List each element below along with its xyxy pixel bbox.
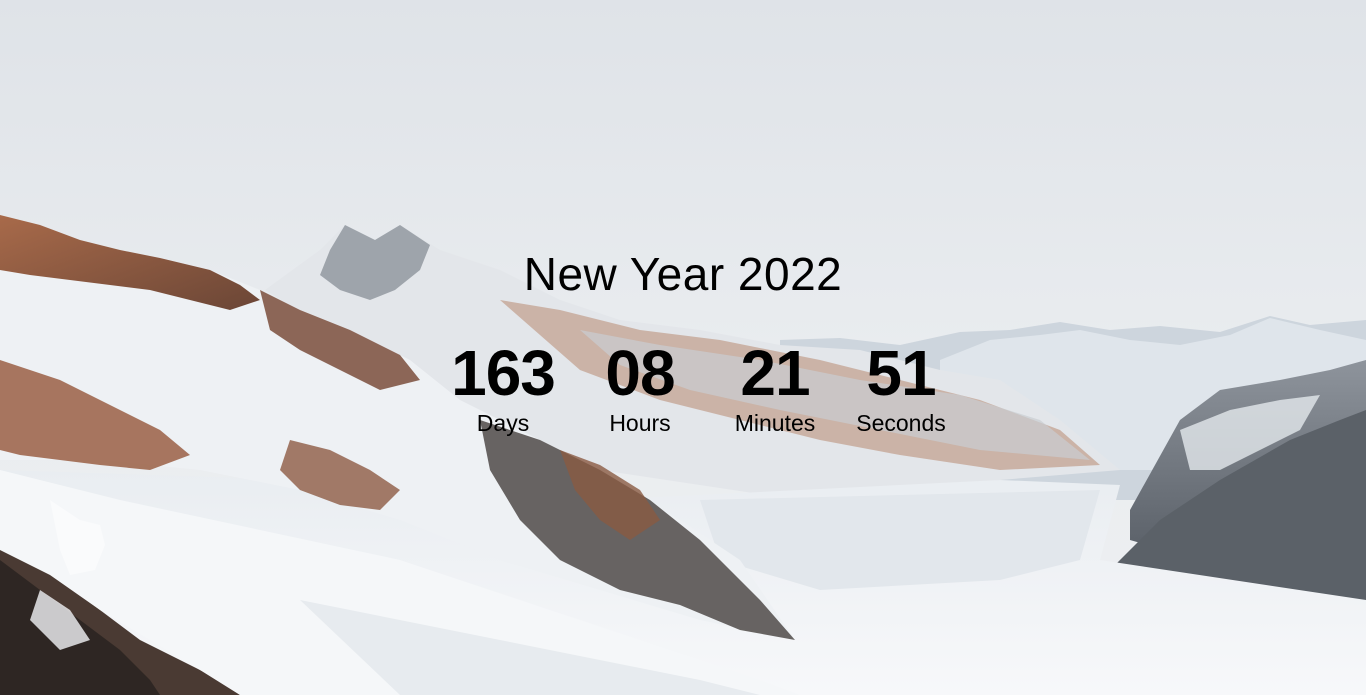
days-label: Days [476, 410, 530, 436]
countdown-seconds: 51 Seconds [831, 338, 971, 438]
countdown-overlay: New Year 2022 163 Days 08 Hours 21 Minut… [0, 0, 1366, 695]
countdown-hours: 08 Hours [570, 338, 710, 438]
countdown-timer: 163 Days 08 Hours 21 Minutes 51 Seconds [420, 338, 960, 448]
seconds-value: 51 [866, 337, 936, 409]
countdown-days: 163 Days [433, 338, 573, 438]
days-value: 163 [451, 337, 556, 409]
countdown-minutes: 21 Minutes [705, 338, 845, 438]
page-title: New Year 2022 [523, 248, 843, 300]
hours-label: Hours [609, 410, 671, 436]
hours-value: 08 [605, 337, 675, 409]
minutes-label: Minutes [734, 410, 816, 436]
minutes-value: 21 [740, 337, 810, 409]
seconds-label: Seconds [856, 410, 946, 436]
